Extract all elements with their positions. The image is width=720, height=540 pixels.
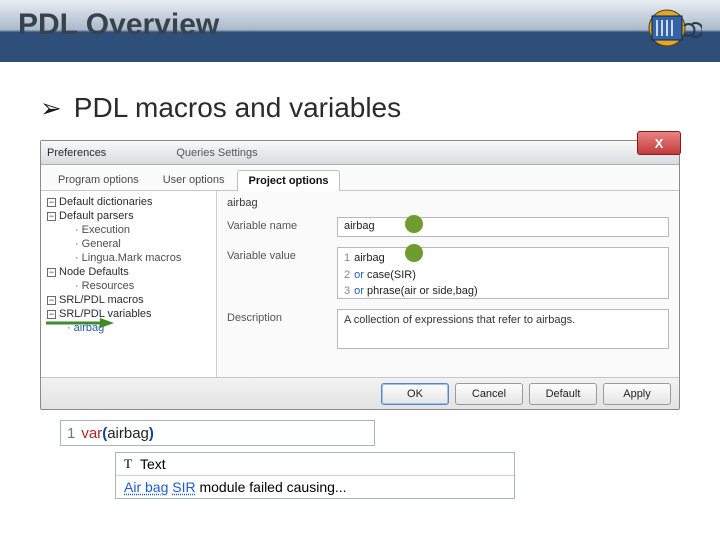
tree-item-default-dictionaries[interactable]: − Default dictionaries [43,195,214,209]
tree-collapse-icon[interactable]: − [47,198,56,207]
close-paren: ) [149,425,154,442]
text-column-label: Text [140,456,166,472]
apply-button[interactable]: Apply [603,383,671,405]
value-text: airbag [354,252,385,264]
slide-header: PDL Overview [0,0,720,62]
keyword-var: var [81,425,102,442]
variable-value-label: Variable value [227,247,327,262]
line-number: 1 [67,425,75,442]
variable-form: airbag Variable name airbag Variable val… [217,191,679,377]
line-number: 2 [344,269,350,281]
tree-collapse-icon[interactable]: − [47,212,56,221]
value-text: phrase(air or side,bag) [364,285,478,297]
keyword-or: or [354,285,364,297]
tab-project-options[interactable]: Project options [237,170,339,191]
dialog-title: Preferences [47,147,106,159]
value-line-3: 3 or phrase(air or side,bag) [344,283,662,300]
dialog-titlebar: Preferences Queries Settings X [41,141,679,165]
result-header-row: T Text [116,453,514,476]
result-rest-text: module failed causing... [196,479,347,495]
variable-name-field[interactable]: airbag [337,217,669,237]
default-button[interactable]: Default [529,383,597,405]
tree-item-srl-pdl-macros[interactable]: − SRL/PDL macros [43,293,214,307]
tree-label: SRL/PDL variables [59,308,152,320]
ok-button[interactable]: OK [381,383,449,405]
line-number: 1 [344,252,350,264]
cancel-button[interactable]: Cancel [455,383,523,405]
tree-label: airbag [74,322,105,334]
slide-bullet-row: ➢ PDL macros and variables [0,62,720,136]
tree-item-airbag[interactable]: · airbag [43,321,214,335]
highlight-sir: SIR [172,479,195,495]
tree-item-general[interactable]: General [43,237,214,251]
close-icon: X [655,136,664,151]
keyword-or: or [354,269,364,281]
value-line-2: 2 or case(SIR) [344,267,662,284]
tree-label: Node Defaults [59,266,129,278]
tree-item-srl-pdl-variables[interactable]: − SRL/PDL variables [43,307,214,321]
slide-bullet-text: PDL macros and variables [74,92,401,124]
tree-label: Default dictionaries [59,196,153,208]
code-snippet-var: 1 var(airbag) [60,420,375,446]
tree-item-execution[interactable]: Execution [43,223,214,237]
variable-value-field[interactable]: 1 airbag 2 or case(SIR) 3 or phrase(air or … [337,247,669,299]
tree-label: SRL/PDL macros [59,294,144,306]
tree-item-linguamark-macros[interactable]: Lingua.Mark macros [43,251,214,265]
var-argument: airbag [107,425,149,442]
dialog-title-secondary: Queries Settings [176,147,257,159]
tree-item-default-parsers[interactable]: − Default parsers [43,209,214,223]
result-snippet: T Text Air bag SIR module failed causing… [115,452,515,499]
close-button[interactable]: X [637,131,681,155]
tree-collapse-icon[interactable]: − [47,268,56,277]
form-heading: airbag [227,197,669,209]
dialog-body: − Default dictionaries − Default parsers… [41,191,679,377]
result-text-row: Air bag SIR module failed causing... [116,476,514,498]
tree-collapse-icon[interactable]: − [47,310,56,319]
tree-label: Default parsers [59,210,134,222]
highlight-airbag: Air bag [124,479,168,495]
description-field[interactable]: A collection of expressions that refer t… [337,309,669,349]
dialog-footer: OK Cancel Default Apply [41,377,679,409]
dialog-tabs: Program options User options Project opt… [41,165,679,191]
preferences-dialog: Preferences Queries Settings X Program o… [40,140,680,410]
value-line-1: 1 airbag [344,250,662,267]
tree-item-node-defaults[interactable]: − Node Defaults [43,265,214,279]
line-number: 3 [344,285,350,297]
value-text: case(SIR) [364,269,416,281]
bullet-marker-icon: ➢ [40,93,62,124]
tree-collapse-icon[interactable]: − [47,296,56,305]
description-label: Description [227,309,327,324]
text-marker-icon: T [124,456,132,472]
tree-item-resources[interactable]: Resources [43,279,214,293]
brand-logo-icon [632,6,702,51]
slide-title: PDL Overview [18,8,702,42]
variable-name-label: Variable name [227,217,327,232]
tab-user-options[interactable]: User options [152,169,236,190]
tab-program-options[interactable]: Program options [47,169,150,190]
options-tree[interactable]: − Default dictionaries − Default parsers… [41,191,217,377]
